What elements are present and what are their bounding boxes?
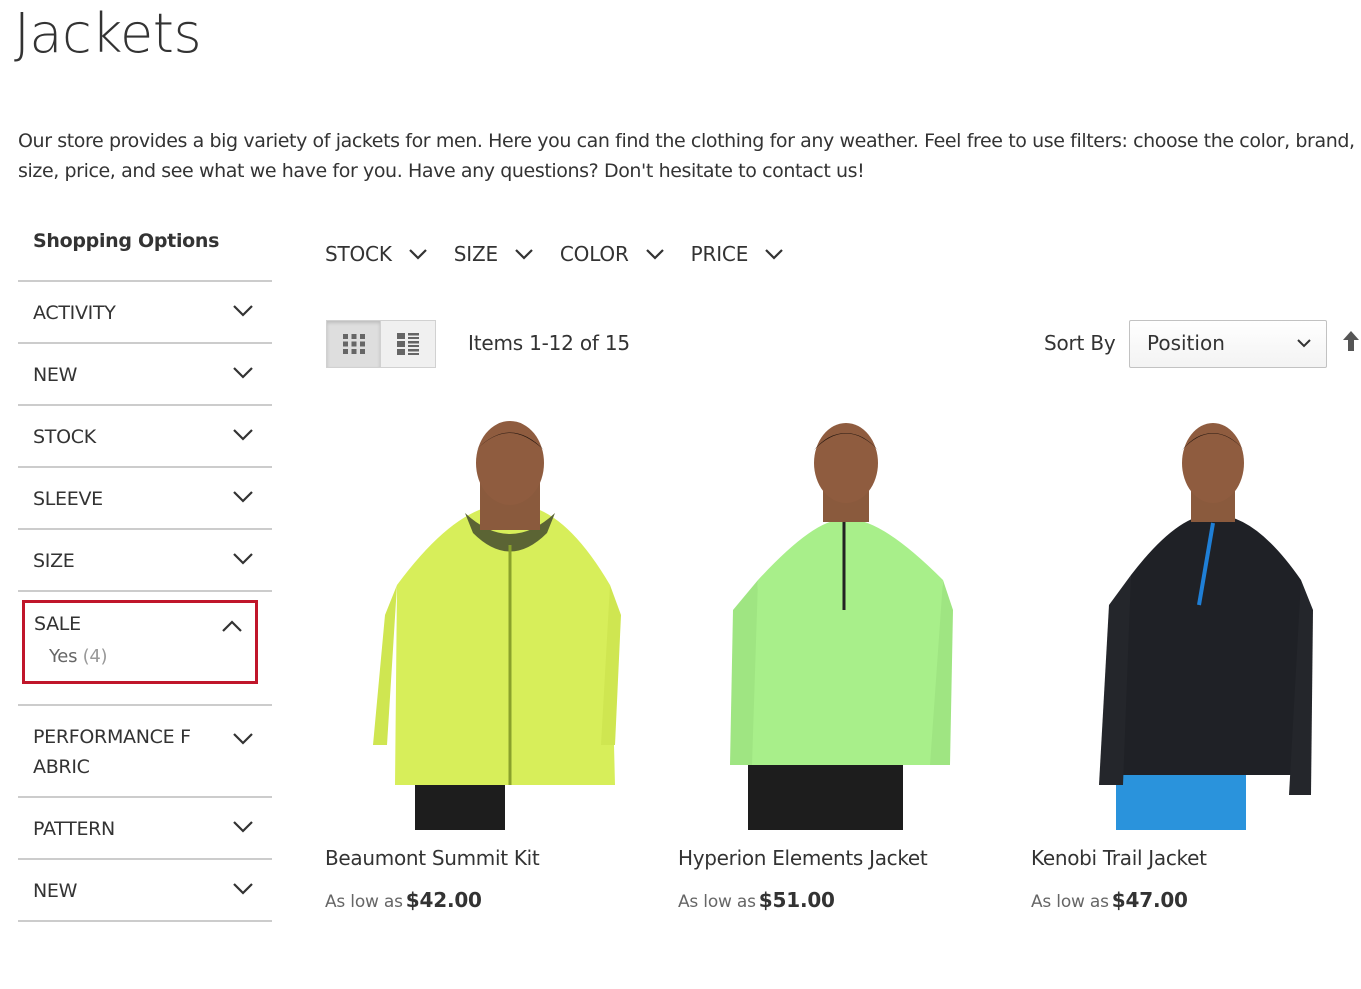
filter-sleeve[interactable]: SLEEVE <box>18 468 272 530</box>
product-price-line: As low as $51.00 <box>678 888 1018 912</box>
list-icon <box>397 333 419 355</box>
sort-by-select[interactable]: Position <box>1129 320 1327 368</box>
product-price-line: As low as $47.00 <box>1031 888 1361 912</box>
toolbar-amount: Items 1-12 of 15 <box>468 331 630 355</box>
price-prefix: As low as <box>1031 892 1109 912</box>
filter-stock[interactable]: STOCK <box>18 406 272 468</box>
product-name-link[interactable]: Kenobi Trail Jacket <box>1031 846 1361 870</box>
sale-option-yes[interactable]: Yes (4) <box>25 643 255 671</box>
top-filter-bar: STOCK SIZE COLOR PRICE <box>325 234 810 274</box>
chevron-down-icon <box>233 733 253 745</box>
chevron-down-icon <box>233 821 253 833</box>
view-modes <box>326 320 436 368</box>
option-label: Yes <box>49 646 78 667</box>
filter-pattern[interactable]: PATTERN <box>18 798 272 860</box>
chevron-down-icon <box>233 883 253 895</box>
filter-sale: SALE Yes (4) <box>18 592 272 706</box>
filter-new-2[interactable]: NEW <box>18 860 272 922</box>
top-filter-color[interactable]: COLOR <box>560 242 665 266</box>
jacket-model-image <box>730 423 953 830</box>
chevron-down-icon <box>233 491 253 503</box>
product-item: Kenobi Trail Jacket As low as $47.00 <box>1031 405 1361 912</box>
list-view-button[interactable] <box>381 320 436 368</box>
product-price: $47.00 <box>1111 888 1188 912</box>
filter-activity[interactable]: ACTIVITY <box>18 282 272 344</box>
sidebar-filters: Shopping Options ACTIVITY NEW STOCK SLEE… <box>18 220 272 922</box>
sale-highlight-box: SALE Yes (4) <box>22 600 258 684</box>
category-page: Jackets Our store provides a big variety… <box>0 0 1361 989</box>
top-filter-label: STOCK <box>325 242 392 266</box>
chevron-down-icon <box>233 553 253 565</box>
product-image[interactable] <box>678 405 1018 830</box>
top-filter-stock[interactable]: STOCK <box>325 242 428 266</box>
option-count: (4) <box>82 646 108 667</box>
price-prefix: As low as <box>678 892 756 912</box>
filter-size[interactable]: SIZE <box>18 530 272 592</box>
chevron-down-icon <box>765 249 783 260</box>
product-price: $42.00 <box>405 888 482 912</box>
top-filter-size[interactable]: SIZE <box>454 242 534 266</box>
sort-by-label: Sort By <box>1044 331 1116 355</box>
product-name-link[interactable]: Beaumont Summit Kit <box>325 846 665 870</box>
chevron-down-icon <box>233 367 253 379</box>
jacket-model-image <box>373 421 621 830</box>
product-image[interactable] <box>325 405 665 830</box>
top-filter-label: COLOR <box>559 242 629 266</box>
sort-select-value: Position <box>1147 331 1225 355</box>
grid-view-button[interactable] <box>326 320 381 368</box>
product-name-link[interactable]: Hyperion Elements Jacket <box>678 846 1018 870</box>
filter-label: PERFORMANCE F ABRIC <box>33 726 191 778</box>
chevron-down-icon <box>408 249 427 260</box>
chevron-down-icon <box>233 429 253 441</box>
product-item: Beaumont Summit Kit As low as $42.00 <box>325 405 665 912</box>
sidebar-title: Shopping Options <box>18 220 272 282</box>
arrow-up-icon <box>1343 331 1359 351</box>
chevron-down-icon <box>233 305 253 317</box>
top-filter-price[interactable]: PRICE <box>691 242 784 266</box>
chevron-down-icon <box>515 249 533 260</box>
chevron-up-icon[interactable] <box>221 619 243 633</box>
chevron-down-icon <box>645 249 664 260</box>
top-filter-label: PRICE <box>690 242 749 266</box>
products-toolbar: Items 1-12 of 15 Sort By Position <box>326 320 1361 370</box>
chevron-down-icon <box>1297 339 1311 348</box>
sort-direction-button[interactable] <box>1342 330 1360 356</box>
top-filter-label: SIZE <box>453 242 498 266</box>
category-description: Our store provides a big variety of jack… <box>18 130 1355 182</box>
product-item: Hyperion Elements Jacket As low as $51.00 <box>678 405 1018 912</box>
product-image[interactable] <box>1031 405 1361 830</box>
filter-performance-fabric[interactable]: PERFORMANCE F ABRIC <box>18 706 272 798</box>
product-price-line: As low as $42.00 <box>325 888 665 912</box>
page-title: Jackets <box>14 2 202 65</box>
product-price: $51.00 <box>758 888 835 912</box>
jacket-model-image <box>1099 423 1313 830</box>
price-prefix: As low as <box>325 892 403 912</box>
filter-new[interactable]: NEW <box>18 344 272 406</box>
grid-icon <box>342 334 365 354</box>
